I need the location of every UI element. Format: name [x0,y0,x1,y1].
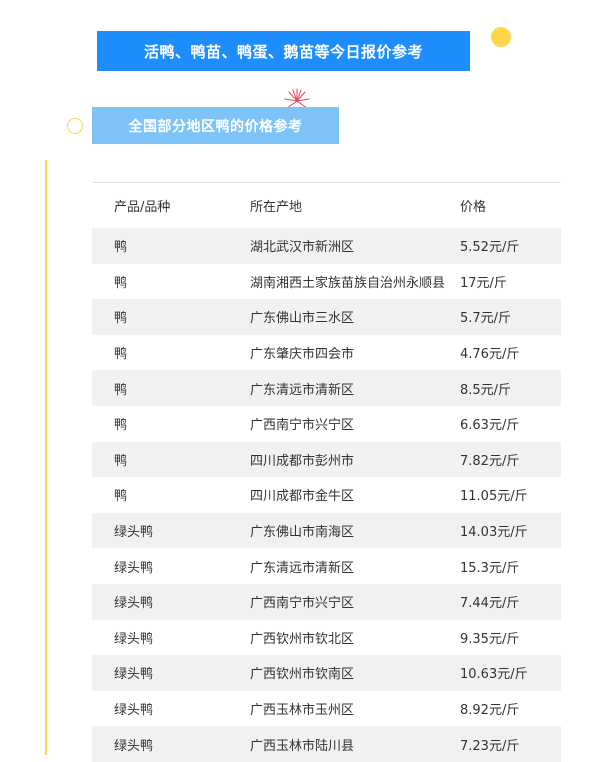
table-header-row: 产品/品种 所在产地 价格 [92,183,561,228]
cell-product: 鸭 [114,311,128,327]
page-title: 活鸭、鸭苗、鸭蛋、鹅苗等今日报价参考 [97,31,470,71]
table-row: 鸭 湖南湘西土家族苗族自治州永顺县 17元/斤 [92,264,561,300]
yellow-ring-decoration [67,118,83,134]
table-row: 鸭 广东佛山市三水区 5.7元/斤 [92,299,561,335]
cell-price: 10.63元/斤 [460,667,528,683]
cell-origin: 广西钦州市钦北区 [250,631,355,647]
cell-product: 绿头鸭 [114,738,154,754]
cell-origin: 四川成都市彭州市 [250,453,355,469]
table-row: 绿头鸭 广东佛山市南海区 14.03元/斤 [92,512,561,549]
cell-origin: 广东清远市清新区 [250,560,355,576]
cell-origin: 广东佛山市三水区 [250,311,355,327]
section-subtitle: 全国部分地区鸭的价格参考 [92,107,339,144]
cell-product: 绿头鸭 [114,525,154,541]
cell-price: 17元/斤 [460,275,507,291]
table-row: 鸭 广西南宁市兴宁区 6.63元/斤 [92,406,561,442]
cell-origin: 四川成都市金牛区 [250,489,355,505]
cell-product: 鸭 [114,489,128,505]
cell-product: 绿头鸭 [114,560,154,576]
cell-origin: 广西玉林市玉州区 [250,703,355,719]
cell-product: 鸭 [114,382,128,398]
cell-origin: 广西玉林市陆川县 [250,738,355,754]
table-row: 绿头鸭 广西玉林市陆川县 7.23元/斤 [92,726,561,762]
cell-product: 绿头鸭 [114,631,154,647]
table-row: 鸭 广东肇庆市四会市 4.76元/斤 [92,335,561,371]
cell-product: 绿头鸭 [114,596,154,612]
cell-product: 绿头鸭 [114,703,154,719]
cell-price: 14.03元/斤 [460,525,528,541]
cell-product: 绿头鸭 [114,667,154,683]
table-row: 绿头鸭 广西南宁市兴宁区 7.44元/斤 [92,583,561,620]
cell-price: 7.82元/斤 [460,453,520,469]
cell-product: 鸭 [114,453,128,469]
cell-price: 7.44元/斤 [460,596,520,612]
table-row: 鸭 湖北武汉市新洲区 5.52元/斤 [92,228,561,264]
table-row: 鸭 四川成都市金牛区 11.05元/斤 [92,477,561,513]
cell-price: 4.76元/斤 [460,347,520,363]
table-row: 绿头鸭 广西玉林市玉州区 8.92元/斤 [92,691,561,727]
cell-price: 7.23元/斤 [460,738,520,754]
cell-origin: 广东清远市清新区 [250,382,355,398]
cell-product: 鸭 [114,240,128,256]
cell-origin: 湖北武汉市新洲区 [250,240,355,256]
cell-product: 鸭 [114,347,128,363]
cell-price: 15.3元/斤 [460,560,520,576]
cell-origin: 广东肇庆市四会市 [250,347,355,363]
cell-price: 8.5元/斤 [460,382,512,398]
cell-origin: 广东佛山市南海区 [250,525,355,541]
cell-origin: 广西钦州市钦南区 [250,667,355,683]
cell-price: 8.92元/斤 [460,703,520,719]
table-row: 绿头鸭 广西钦州市钦北区 9.35元/斤 [92,620,561,656]
price-table: 产品/品种 所在产地 价格 鸭湖北武汉市新洲区 5.52元/斤鸭湖南湘西土家族苗族… [92,182,561,762]
table-row: 绿头鸭 广东清远市清新区 15.3元/斤 [92,548,561,584]
cell-origin: 广西南宁市兴宁区 [250,596,355,612]
header-price: 价格 [460,200,487,215]
cell-origin: 湖南湘西土家族苗族自治州永顺县 [250,275,446,291]
header-product: 产品/品种 [114,200,171,215]
header-origin: 所在产地 [250,200,303,215]
cell-price: 6.63元/斤 [460,418,520,434]
table-row: 鸭 广东清远市清新区 8.5元/斤 [92,370,561,406]
cell-price: 5.52元/斤 [460,240,520,256]
cell-price: 9.35元/斤 [460,631,520,647]
cell-product: 鸭 [114,275,128,291]
cell-product: 鸭 [114,418,128,434]
cell-price: 11.05元/斤 [460,489,528,505]
cell-origin: 广西南宁市兴宁区 [250,418,355,434]
cell-price: 5.7元/斤 [460,311,512,327]
timeline-line [45,160,47,755]
table-row: 鸭 四川成都市彭州市 7.82元/斤 [92,441,561,478]
table-row: 绿头鸭 广西钦州市钦南区 10.63元/斤 [92,655,561,691]
yellow-dot-decoration [491,27,511,47]
